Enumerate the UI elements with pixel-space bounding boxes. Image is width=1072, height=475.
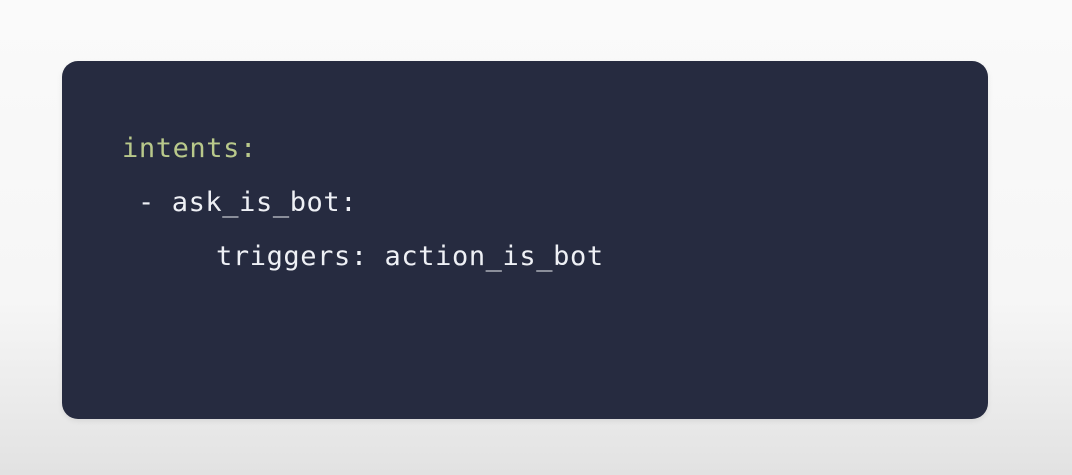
code-line-intents: intents: xyxy=(122,133,257,164)
code-line-ask-is-bot: - ask_is_bot: xyxy=(138,187,358,218)
code-line-triggers: triggers: action_is_bot xyxy=(216,241,604,272)
code-block: intents: - ask_is_bot: triggers: action_… xyxy=(62,61,988,419)
